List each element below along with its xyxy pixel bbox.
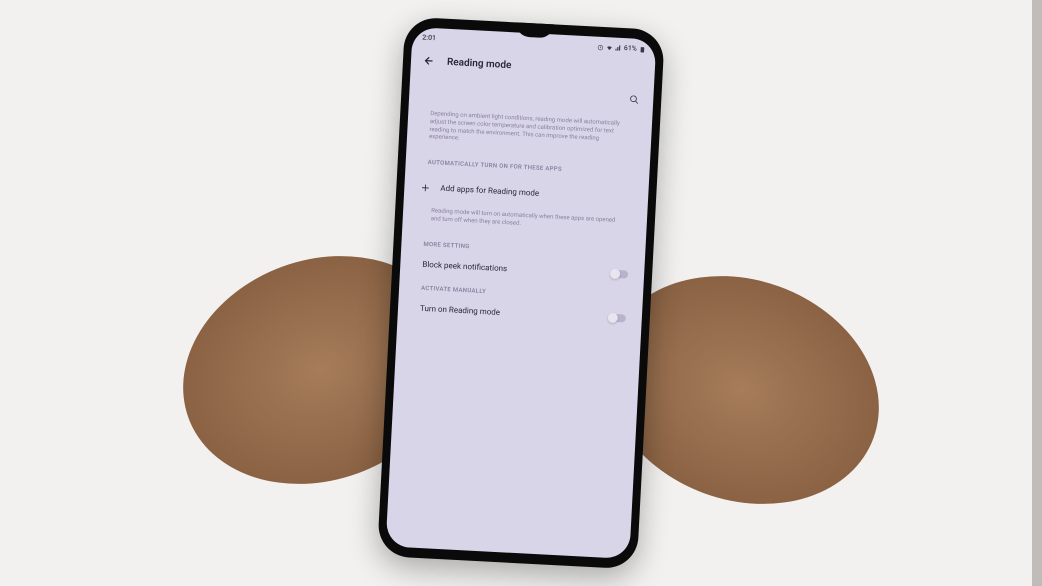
status-icons: 61%	[597, 43, 646, 54]
battery-text: 61%	[624, 44, 638, 53]
plus-icon	[420, 178, 431, 197]
alarm-icon	[597, 43, 604, 50]
turn-on-toggle[interactable]	[610, 314, 626, 323]
block-peek-toggle[interactable]	[612, 270, 628, 279]
phone-screen: 2:01 61% Reading mode Depending on ambie…	[386, 27, 657, 559]
back-icon[interactable]	[423, 52, 436, 72]
signal-icon	[615, 44, 622, 51]
add-apps-label: Add apps for Reading mode	[440, 184, 632, 203]
block-peek-label: Block peek notifications	[416, 259, 602, 278]
search-icon[interactable]	[629, 89, 640, 108]
image-border	[1032, 0, 1042, 586]
wifi-icon	[606, 44, 613, 51]
phone-frame: 2:01 61% Reading mode Depending on ambie…	[377, 17, 665, 570]
page-title: Reading mode	[447, 57, 512, 71]
turn-on-label: Turn on Reading mode	[414, 303, 600, 322]
status-time: 2:01	[422, 33, 436, 42]
battery-icon	[639, 45, 646, 52]
